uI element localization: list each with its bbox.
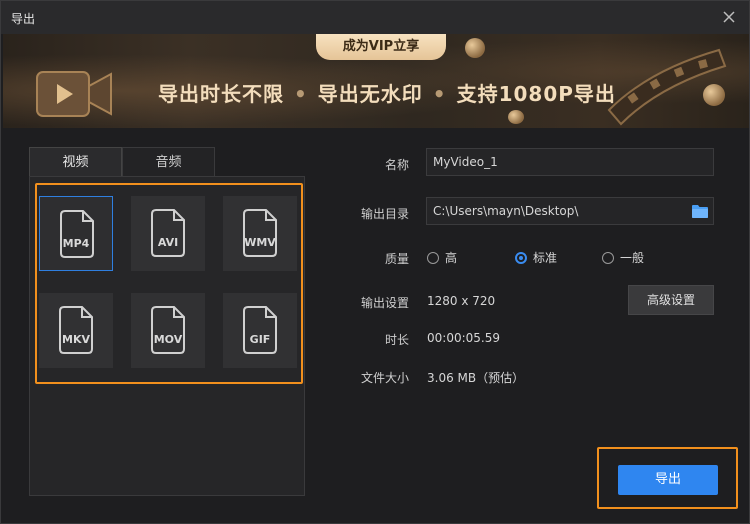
file-icon xyxy=(60,210,94,258)
format-label: WMV xyxy=(244,236,276,249)
format-gif[interactable]: GIF xyxy=(223,293,297,368)
format-label: AVI xyxy=(157,236,179,249)
close-icon[interactable] xyxy=(719,7,739,27)
format-wmv[interactable]: WMV xyxy=(223,196,297,271)
file-icon xyxy=(151,209,185,257)
format-mp4[interactable]: MP4 xyxy=(39,196,113,271)
name-input[interactable]: MyVideo_1 xyxy=(426,148,714,176)
film-strip-icon xyxy=(607,48,727,126)
separator-dot: • xyxy=(432,82,447,106)
export-button[interactable]: 导出 xyxy=(618,465,718,495)
format-label: MOV xyxy=(153,333,183,346)
quality-standard-radio[interactable]: 标准 xyxy=(515,249,557,266)
file-icon xyxy=(243,209,277,257)
output-dir-input[interactable]: C:\Users\mayn\Desktop\ xyxy=(426,197,714,225)
benefit-no-watermark: 导出无水印 xyxy=(317,82,423,106)
format-label: MP4 xyxy=(62,237,90,250)
vip-label: 成为VIP立享 xyxy=(316,34,446,60)
separator-dot: • xyxy=(294,82,308,106)
output-resolution: 1280 x 720 xyxy=(427,294,496,308)
format-panel: MP4 AVI WMV MKV MOV GIF xyxy=(29,176,305,496)
quality-normal-radio[interactable]: 一般 xyxy=(602,249,644,266)
output-dir-label: 输出目录 xyxy=(360,207,409,221)
duration-label: 时长 xyxy=(384,333,409,347)
radio-label: 标准 xyxy=(533,251,558,265)
quality-label: 质量 xyxy=(384,252,409,266)
quality-high-radio[interactable]: 高 xyxy=(427,249,457,266)
format-label: MKV xyxy=(62,333,90,346)
export-dialog: 导出 成为VIP立享 导出时长不限 • 导出无水印 • 支持1080P导出 视频 音频 xyxy=(0,0,750,524)
file-icon xyxy=(59,306,93,354)
output-settings-label: 输出设置 xyxy=(360,296,409,310)
format-mkv[interactable]: MKV xyxy=(39,293,113,368)
benefit-unlimited-duration: 导出时长不限 xyxy=(158,82,284,106)
coin-decoration xyxy=(508,110,524,124)
file-icon xyxy=(151,306,185,354)
file-size-value: 3.06 MB（预估） xyxy=(427,371,525,385)
format-mov[interactable]: MOV xyxy=(131,293,205,368)
file-icon xyxy=(243,306,277,354)
window-title: 导出 xyxy=(11,12,36,26)
advanced-settings-button[interactable]: 高级设置 xyxy=(628,285,714,315)
tab-audio[interactable]: 音频 xyxy=(122,147,215,177)
radio-label: 一般 xyxy=(620,251,645,265)
duration-value: 00:00:05.59 xyxy=(427,331,500,345)
folder-icon[interactable] xyxy=(691,203,709,219)
benefit-1080p: 支持1080P导出 xyxy=(456,82,616,106)
vip-benefits: 导出时长不限 • 导出无水印 • 支持1080P导出 xyxy=(158,78,616,107)
coin-decoration xyxy=(465,38,485,58)
file-size-label: 文件大小 xyxy=(360,371,409,385)
title-bar[interactable]: 导出 xyxy=(1,1,749,34)
output-dir-value: C:\Users\mayn\Desktop\ xyxy=(433,204,579,218)
format-avi[interactable]: AVI xyxy=(131,196,205,271)
format-label: GIF xyxy=(249,333,271,346)
vip-banner[interactable]: 成为VIP立享 导出时长不限 • 导出无水印 • 支持1080P导出 xyxy=(3,34,749,128)
radio-circle xyxy=(515,251,527,264)
video-camera-icon xyxy=(36,71,112,117)
radio-label: 高 xyxy=(445,251,458,265)
radio-circle xyxy=(427,251,439,264)
radio-circle xyxy=(602,251,614,264)
tab-video[interactable]: 视频 xyxy=(29,147,122,177)
name-label: 名称 xyxy=(384,158,409,172)
